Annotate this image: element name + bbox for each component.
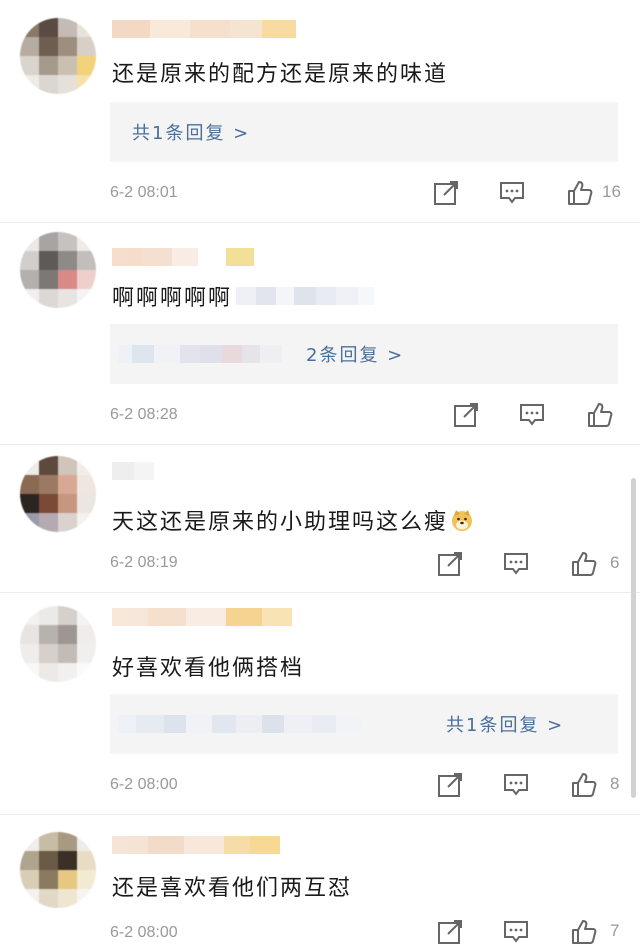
share-icon[interactable] bbox=[452, 401, 480, 429]
share-icon[interactable] bbox=[436, 918, 464, 946]
comment-item: 天这还是原来的小助理吗这么瘦 6-2 08:19 6 bbox=[0, 444, 640, 593]
comment-text: 啊啊啊啊啊 bbox=[112, 280, 375, 312]
avatar[interactable] bbox=[20, 18, 96, 94]
username[interactable] bbox=[112, 608, 292, 626]
view-replies-link[interactable]: 共1条回复 > bbox=[446, 711, 564, 737]
doge-emoji-icon bbox=[450, 508, 474, 532]
action-bar: 8 bbox=[434, 771, 630, 799]
comment-item: 好喜欢看他俩搭档 共1条回复 > 6-2 08:00 8 bbox=[0, 592, 640, 815]
username[interactable] bbox=[112, 462, 154, 480]
comment-text: 还是喜欢看他们两互怼 bbox=[112, 870, 352, 902]
action-bar: 6 bbox=[434, 550, 630, 578]
username[interactable] bbox=[112, 248, 254, 266]
action-bar: 7 bbox=[434, 918, 630, 946]
reply-box[interactable]: 2条回复 > bbox=[110, 324, 618, 384]
comment-text-content: 啊啊啊啊啊 bbox=[112, 286, 233, 311]
thumbs-up-icon[interactable] bbox=[586, 401, 614, 429]
avatar[interactable] bbox=[20, 606, 96, 682]
reply-box[interactable]: 共1条回复 > bbox=[110, 102, 618, 162]
comment-icon[interactable] bbox=[498, 179, 526, 207]
blurred-content bbox=[236, 287, 375, 305]
share-icon[interactable] bbox=[432, 179, 460, 207]
comment-text-content: 还是喜欢看他们两互怼 bbox=[112, 876, 353, 901]
comment-icon[interactable] bbox=[502, 918, 530, 946]
username[interactable] bbox=[112, 836, 280, 854]
comment-time: 6-2 08:28 bbox=[110, 406, 178, 423]
comment-icon[interactable] bbox=[502, 550, 530, 578]
thumbs-up-icon[interactable] bbox=[570, 918, 598, 946]
share-icon[interactable] bbox=[436, 550, 464, 578]
comment-time: 6-2 08:01 bbox=[110, 184, 178, 201]
blurred-reply-preview bbox=[118, 715, 362, 733]
like-count: 16 bbox=[602, 182, 621, 201]
thumbs-up-icon[interactable] bbox=[570, 771, 598, 799]
comment-time: 6-2 08:00 bbox=[110, 776, 178, 793]
comment-time: 6-2 08:19 bbox=[110, 554, 178, 571]
comment-icon[interactable] bbox=[502, 771, 530, 799]
avatar[interactable] bbox=[20, 832, 96, 908]
comment-item: 还是喜欢看他们两互怼 6-2 08:00 7 bbox=[0, 814, 640, 946]
scrollbar[interactable] bbox=[631, 478, 636, 798]
comment-text: 天这还是原来的小助理吗这么瘦 bbox=[112, 504, 474, 536]
comment-text-content: 好喜欢看他俩搭档 bbox=[112, 656, 305, 681]
comment-text-content: 天这还是原来的小助理吗这么瘦 bbox=[112, 510, 449, 535]
comment-icon[interactable] bbox=[518, 401, 546, 429]
thumbs-up-icon[interactable] bbox=[570, 550, 598, 578]
comment-feed: 还是原来的配方还是原来的味道 共1条回复 > 6-2 08:01 16 啊啊啊啊… bbox=[0, 0, 640, 946]
comment-text: 还是原来的配方还是原来的味道 bbox=[112, 56, 448, 88]
comment-item: 啊啊啊啊啊 2条回复 > 6-2 08:28 bbox=[0, 222, 640, 445]
thumbs-up-icon[interactable] bbox=[566, 179, 594, 207]
action-bar: 16 bbox=[430, 179, 630, 207]
comment-text: 好喜欢看他俩搭档 bbox=[112, 650, 304, 682]
view-replies-link[interactable]: 共1条回复 > bbox=[132, 119, 250, 145]
avatar[interactable] bbox=[20, 456, 96, 532]
comment-time: 6-2 08:00 bbox=[110, 924, 178, 941]
like-count: 7 bbox=[610, 921, 620, 940]
action-bar bbox=[450, 401, 630, 429]
comment-item: 还是原来的配方还是原来的味道 共1条回复 > 6-2 08:01 16 bbox=[0, 0, 640, 223]
like-count: 8 bbox=[610, 774, 620, 793]
view-replies-link[interactable]: 2条回复 > bbox=[306, 341, 404, 367]
like-count: 6 bbox=[610, 553, 620, 572]
blurred-reply-preview bbox=[118, 345, 282, 363]
reply-box[interactable]: 共1条回复 > bbox=[110, 694, 618, 754]
avatar[interactable] bbox=[20, 232, 96, 308]
username[interactable] bbox=[112, 20, 296, 38]
share-icon[interactable] bbox=[436, 771, 464, 799]
comment-text-content: 还是原来的配方还是原来的味道 bbox=[112, 62, 449, 87]
